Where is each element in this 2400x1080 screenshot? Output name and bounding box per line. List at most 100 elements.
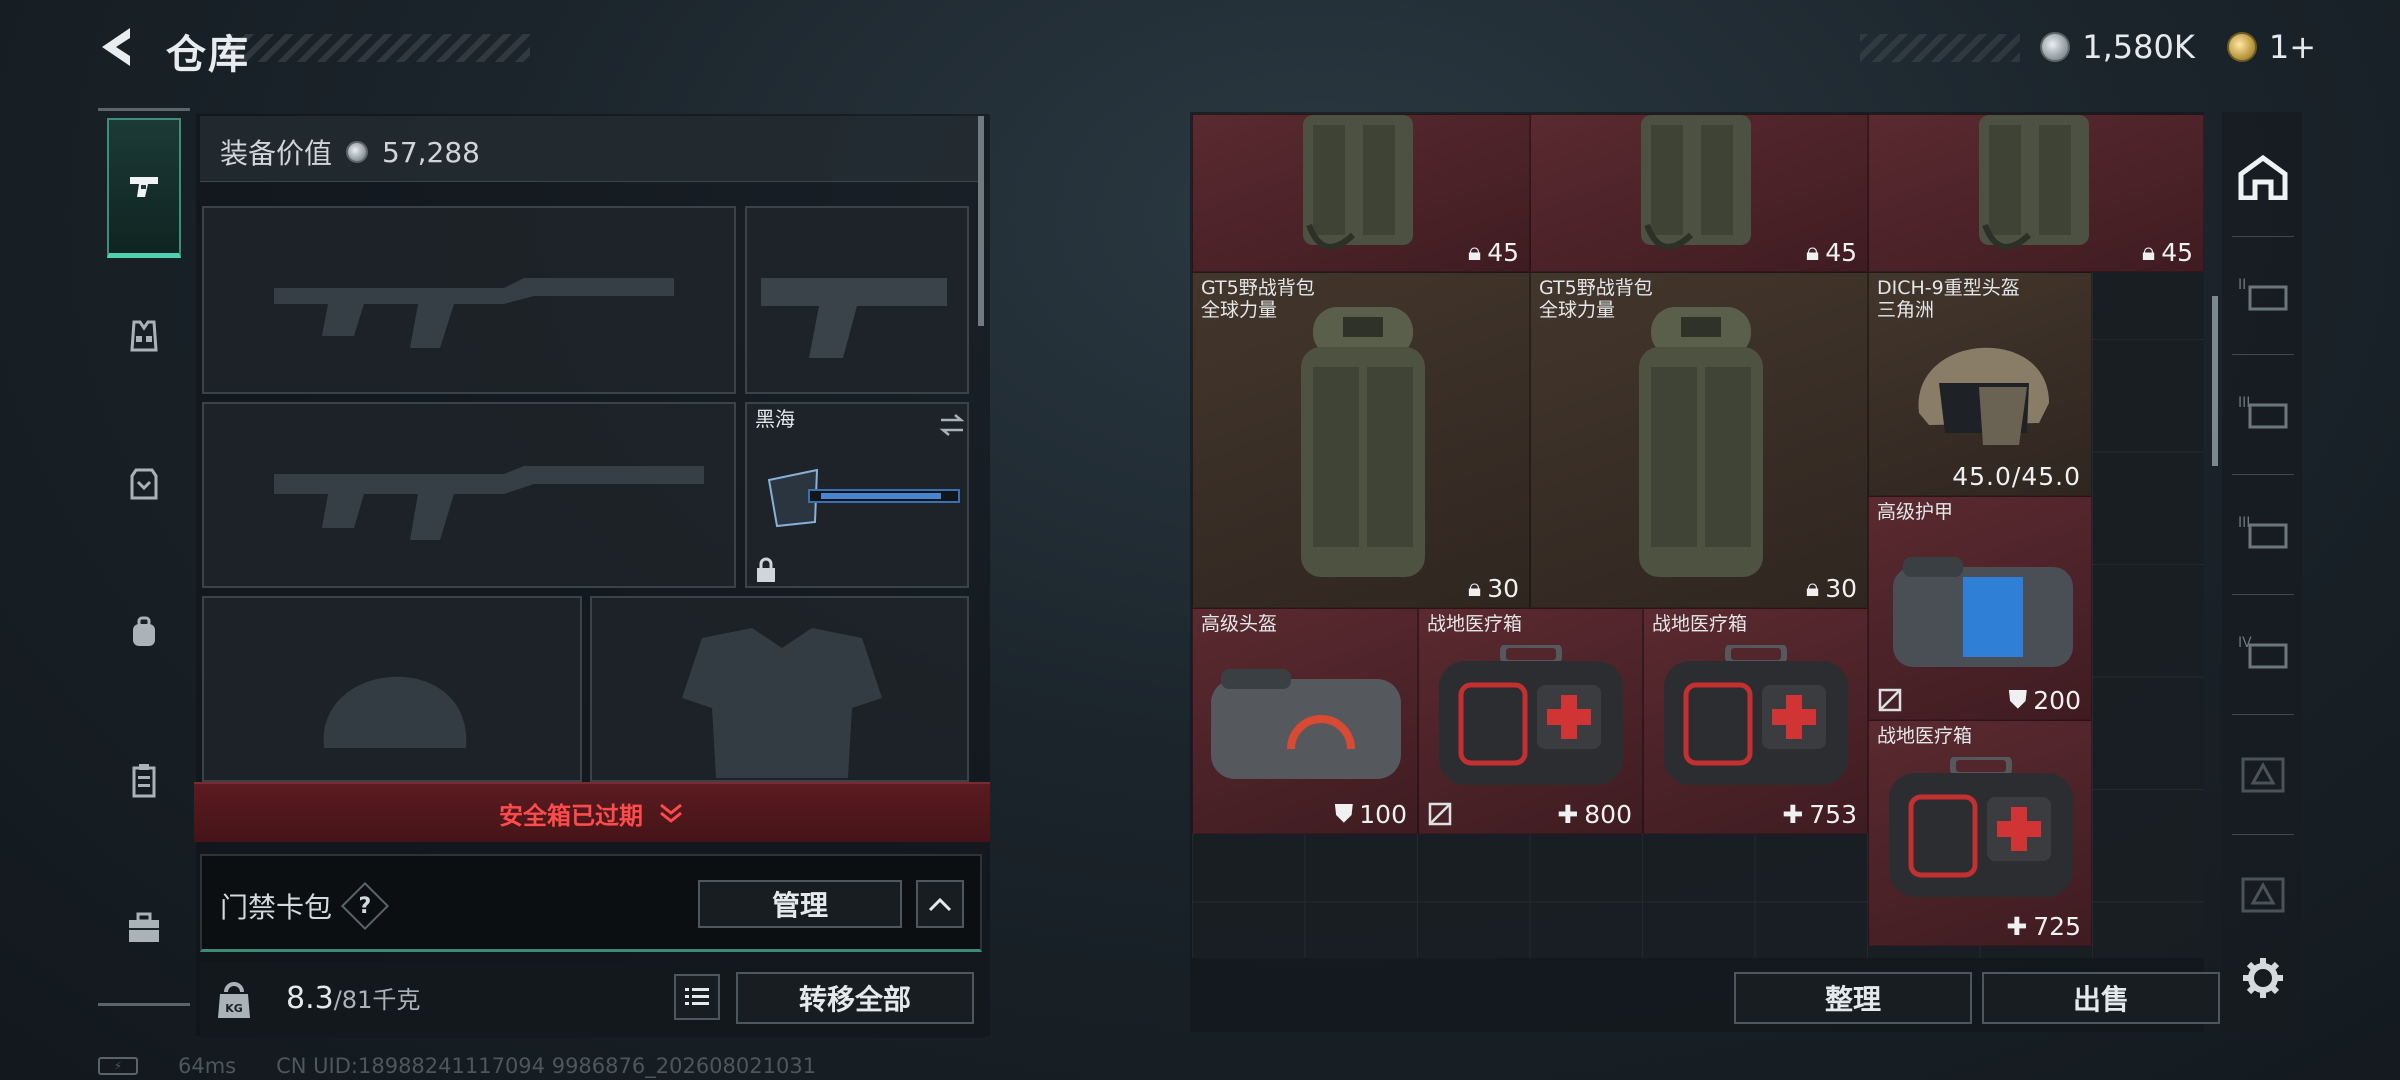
stash-item[interactable]: 战地医疗箱 ✚ 753 [1643,608,1868,834]
stash-item[interactable]: 🔒︎ 45 [1868,114,2204,272]
stash-item[interactable]: 高级护甲 ⛊ 200 [1868,496,2092,720]
weight-value: 8.3/81千克 [286,980,420,1016]
heal-number: 725 [2033,912,2081,941]
svg-text:II: II [2238,277,2246,293]
list-view-button[interactable] [674,974,720,1020]
plus-icon: ✚ [2006,912,2028,941]
primary-weapon-slot[interactable] [202,206,736,394]
stash-item[interactable]: 🔒︎ 45 [1192,114,1530,272]
category-weapons-tab[interactable] [107,118,181,258]
currency-bar: 1,580K 1+ [2040,28,2316,66]
item-title: 战地医疗箱 [1427,613,1523,635]
settings-button[interactable] [2228,932,2298,1024]
first-aid-kit-image [1889,757,2073,897]
page-title: 仓库 [166,32,250,78]
transfer-all-button[interactable]: 转移全部 [736,972,974,1024]
briefcase-icon [129,912,159,942]
stash-page-icon: IV [2238,635,2288,669]
safebox-expired-banner[interactable]: 安全箱已过期 [194,782,990,842]
stash-item[interactable]: 战地医疗箱 ✚ 725 [1868,720,2092,946]
capacity-value: 🔒︎ 45 [1468,237,1519,267]
stash-home-tab[interactable] [2228,132,2298,222]
stash-item[interactable]: 高级头盔 ⛊ 100 [1192,608,1418,834]
keycard-bag-title: 门禁卡包 [220,891,333,924]
stash-item[interactable]: GT5野战背包 全球力量 🔒︎ 30 [1530,272,1868,608]
item-title: 战地医疗箱 [1877,725,1973,747]
heavy-helmet-image [1918,347,2049,445]
locked-page-icon [2241,877,2285,913]
pistol-slot[interactable] [745,206,969,394]
rail-bottom-divider [98,1003,190,1006]
weight-max: /81千克 [333,986,421,1014]
chest-rig-icon [130,320,158,352]
body-armor-slot[interactable] [590,596,969,782]
stash-page-icon: III [2238,395,2288,429]
backpack-image [1303,115,1413,250]
weight-icon-label: KG [225,1002,243,1015]
pistol-silhouette-icon [761,278,947,358]
plus-icon: ✚ [1557,800,1579,829]
stash-scrollbar[interactable] [2212,296,2218,466]
plus-icon: ✚ [1782,800,1804,829]
stash-page-4-tab[interactable]: III [2228,486,2298,576]
sell-button[interactable]: 出售 [1982,972,2220,1024]
pistol-icon [130,176,158,197]
gold-currency-value[interactable]: 1+ [2269,28,2316,66]
stash-locked-page-1[interactable] [2228,730,2298,820]
manage-button[interactable]: 管理 [698,880,902,928]
category-backpack-tab[interactable] [107,562,181,702]
shield-icon: ⛊ [2008,685,2028,714]
back-button[interactable] [96,24,142,70]
rifle-silhouette-icon [274,278,674,348]
field-backpack-image [1301,307,1425,577]
stash-locked-page-2[interactable] [2228,850,2298,940]
heal-number: 800 [1584,800,1632,829]
first-aid-kit-image [1664,645,1848,785]
first-aid-kit-image [1439,645,1623,785]
sort-button[interactable]: 整理 [1734,972,1972,1024]
armor-number: 100 [1359,799,1407,829]
stash-page-5-tab[interactable]: IV [2228,606,2298,696]
clipboard-icon [132,764,156,798]
kettlebell-icon: KG [218,982,250,1018]
category-container-tab[interactable] [107,710,181,850]
stash-page-icon: III [2238,515,2288,549]
heal-value: ✚ 800 [1557,800,1632,829]
swap-icon [939,414,965,436]
melee-slot[interactable]: 黑海 [745,402,969,588]
help-icon[interactable]: ? [340,881,390,931]
armor-value: ⛊ 100 [1335,799,1407,829]
item-title: 战地医疗箱 [1652,613,1748,635]
capacity-number: 45 [1487,237,1519,267]
helmet-slot[interactable] [202,596,582,782]
list-icon [685,988,709,1005]
weight-icon: KG [206,966,262,1034]
stash-item[interactable]: 战地医疗箱 ✚ 800 [1418,608,1643,834]
no-trade-icon [1428,802,1452,826]
armor-value: ⛊ 200 [2009,685,2081,715]
uid-text: CN UID:18988241117094 9986876_2026080210… [276,1054,817,1078]
category-case-tab[interactable] [107,858,181,998]
collapse-button[interactable] [916,880,964,928]
stash-page-3-tab[interactable]: III [2228,366,2298,456]
rail-divider [2232,594,2294,595]
stash-item[interactable]: 🔒︎ 45 [1530,114,1868,272]
backpack-small-icon: 🔒︎ [1805,237,1820,266]
rail-divider [2232,474,2294,475]
rifle-silhouette-icon [274,466,704,540]
secondary-weapon-slot[interactable] [202,402,736,588]
capacity-number: 30 [1825,573,1857,603]
backpack-small-icon: 🔒︎ [1467,573,1482,602]
stash-page-2-tab[interactable]: II [2228,248,2298,338]
locked-page-icon [2241,757,2285,793]
item-name: 高级护甲 [1877,501,1953,523]
stash-item[interactable]: DICH-9重型头盔 三角洲 45.0/45.0 [1868,272,2092,496]
helmet-bag-image [1211,669,1401,779]
armor-bag-image [1893,557,2073,667]
durability-value: 45.0/45.0 [1952,462,2081,491]
category-armor-tab[interactable] [107,266,181,406]
stash-item[interactable]: GT5野战背包 全球力量 🔒︎ 30 [1192,272,1530,608]
keycard-bag-label: 门禁卡包 ? [220,881,390,931]
category-vest-tab[interactable] [107,414,181,554]
loadout-scrollbar[interactable] [978,116,984,326]
